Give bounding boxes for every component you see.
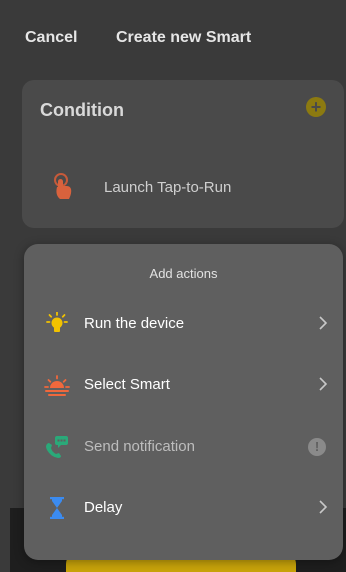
action-label: Send notification bbox=[84, 438, 195, 455]
condition-card: Condition + Launch Tap-to-Run bbox=[22, 80, 344, 228]
hourglass-icon bbox=[50, 497, 64, 519]
chevron-right-icon bbox=[319, 500, 328, 514]
action-delay[interactable]: Delay bbox=[24, 483, 343, 533]
chat-phone-icon bbox=[46, 436, 68, 458]
info-icon[interactable]: ! bbox=[308, 438, 326, 456]
condition-item[interactable]: Launch Tap-to-Run bbox=[52, 173, 231, 201]
add-actions-sheet: Add actions Run the device Select Smart … bbox=[24, 244, 343, 560]
lightbulb-icon bbox=[46, 312, 68, 332]
condition-item-label: Launch Tap-to-Run bbox=[104, 178, 232, 196]
plus-circle-icon[interactable]: + bbox=[306, 97, 326, 117]
action-run-device[interactable]: Run the device bbox=[24, 299, 343, 349]
action-select-smart[interactable]: Select Smart bbox=[24, 360, 343, 410]
sunset-icon bbox=[44, 375, 70, 396]
chevron-right-icon bbox=[319, 316, 328, 330]
condition-title: Condition bbox=[40, 100, 124, 120]
header: Cancel Create new Smart bbox=[0, 0, 346, 76]
tap-hand-icon bbox=[54, 173, 72, 199]
action-label: Select Smart bbox=[84, 376, 170, 393]
page-title: Create new Smart bbox=[116, 29, 252, 46]
chevron-right-icon bbox=[319, 377, 328, 391]
action-label: Run the device bbox=[84, 315, 185, 332]
cancel-button[interactable]: Cancel bbox=[25, 29, 77, 47]
action-send-notification: Send notification ! bbox=[24, 422, 343, 472]
action-label: Delay bbox=[84, 499, 123, 516]
sheet-title: Add actions bbox=[149, 266, 218, 281]
